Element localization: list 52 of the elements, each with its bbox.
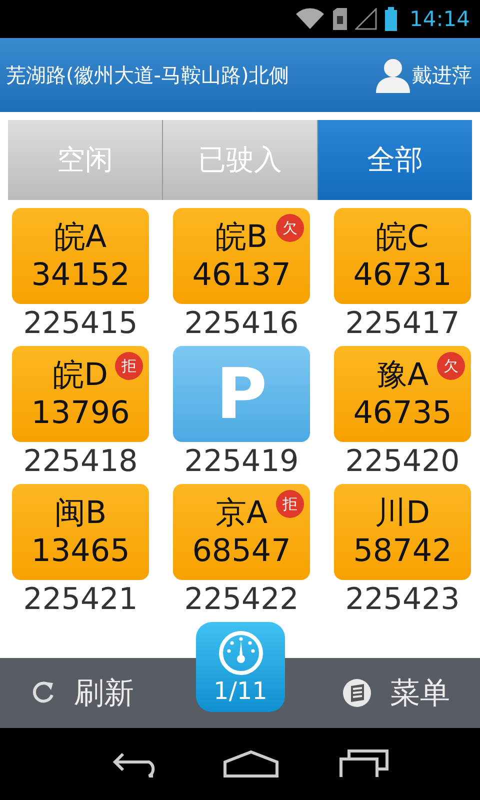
plate-region: 闽B: [54, 494, 107, 532]
plate-tile[interactable]: 皖D 13796 拒: [12, 346, 149, 442]
plate-tile[interactable]: 闽B 13465: [12, 484, 149, 580]
plate-number: 34152: [31, 256, 130, 294]
space-number: 225423: [345, 581, 460, 619]
menu-icon: [342, 678, 372, 708]
status-badge: 拒: [276, 490, 304, 518]
status-badge: 拒: [115, 352, 143, 380]
gauge-icon: [216, 629, 264, 677]
plate-region: 皖C: [376, 218, 429, 256]
space-number: 225422: [184, 581, 299, 619]
plate-number: 68547: [192, 532, 291, 570]
space-number: 225416: [184, 305, 299, 343]
wifi-icon: [295, 8, 326, 30]
refresh-button[interactable]: 刷新: [24, 672, 140, 714]
space-number: 225421: [23, 581, 138, 619]
home-icon[interactable]: [223, 750, 279, 778]
space-number: 225417: [345, 305, 460, 343]
location-title: 芜湖路(徽州大道-马鞍山路)北侧: [6, 62, 289, 88]
plate-tile[interactable]: 豫A 46735 欠: [334, 346, 471, 442]
user-icon[interactable]: [376, 57, 410, 93]
space-number: 225419: [184, 443, 299, 481]
plate-region: 皖D: [53, 356, 108, 394]
plate-number: 13796: [31, 394, 130, 432]
space-number: 225420: [345, 443, 460, 481]
plate-region: 皖B: [215, 218, 268, 256]
plate-number: 13465: [31, 532, 130, 570]
space-number: 225415: [23, 305, 138, 343]
status-time: 14:14: [409, 7, 470, 31]
plate-region: 川D: [375, 494, 430, 532]
plate-number: 46735: [353, 394, 452, 432]
plate-tile[interactable]: 川D 58742: [334, 484, 471, 580]
recent-apps-icon[interactable]: [339, 749, 389, 779]
plate-tile[interactable]: 皖A 34152: [12, 208, 149, 304]
plate-region: 京A: [215, 494, 268, 532]
status-badge: 欠: [276, 214, 304, 242]
plate-tile[interactable]: 皖C 46731: [334, 208, 471, 304]
plate-tile[interactable]: 皖B 46137 欠: [173, 208, 310, 304]
plate-number: 46731: [353, 256, 452, 294]
signal-icon: [355, 8, 378, 30]
plate-region: 豫A: [376, 356, 429, 394]
battery-icon: [385, 7, 398, 31]
plate-region: 皖A: [54, 218, 107, 256]
space-number: 225418: [23, 443, 138, 481]
sim-card-icon: [333, 8, 348, 30]
menu-button[interactable]: 菜单: [336, 672, 456, 714]
status-badge: 欠: [437, 352, 465, 380]
filter-tab[interactable]: 全部: [318, 120, 472, 200]
user-name: 戴进萍: [412, 62, 472, 88]
plate-number: 58742: [353, 532, 452, 570]
plate-number: 46137: [192, 256, 291, 294]
plate-tile[interactable]: 京A 68547 拒: [173, 484, 310, 580]
